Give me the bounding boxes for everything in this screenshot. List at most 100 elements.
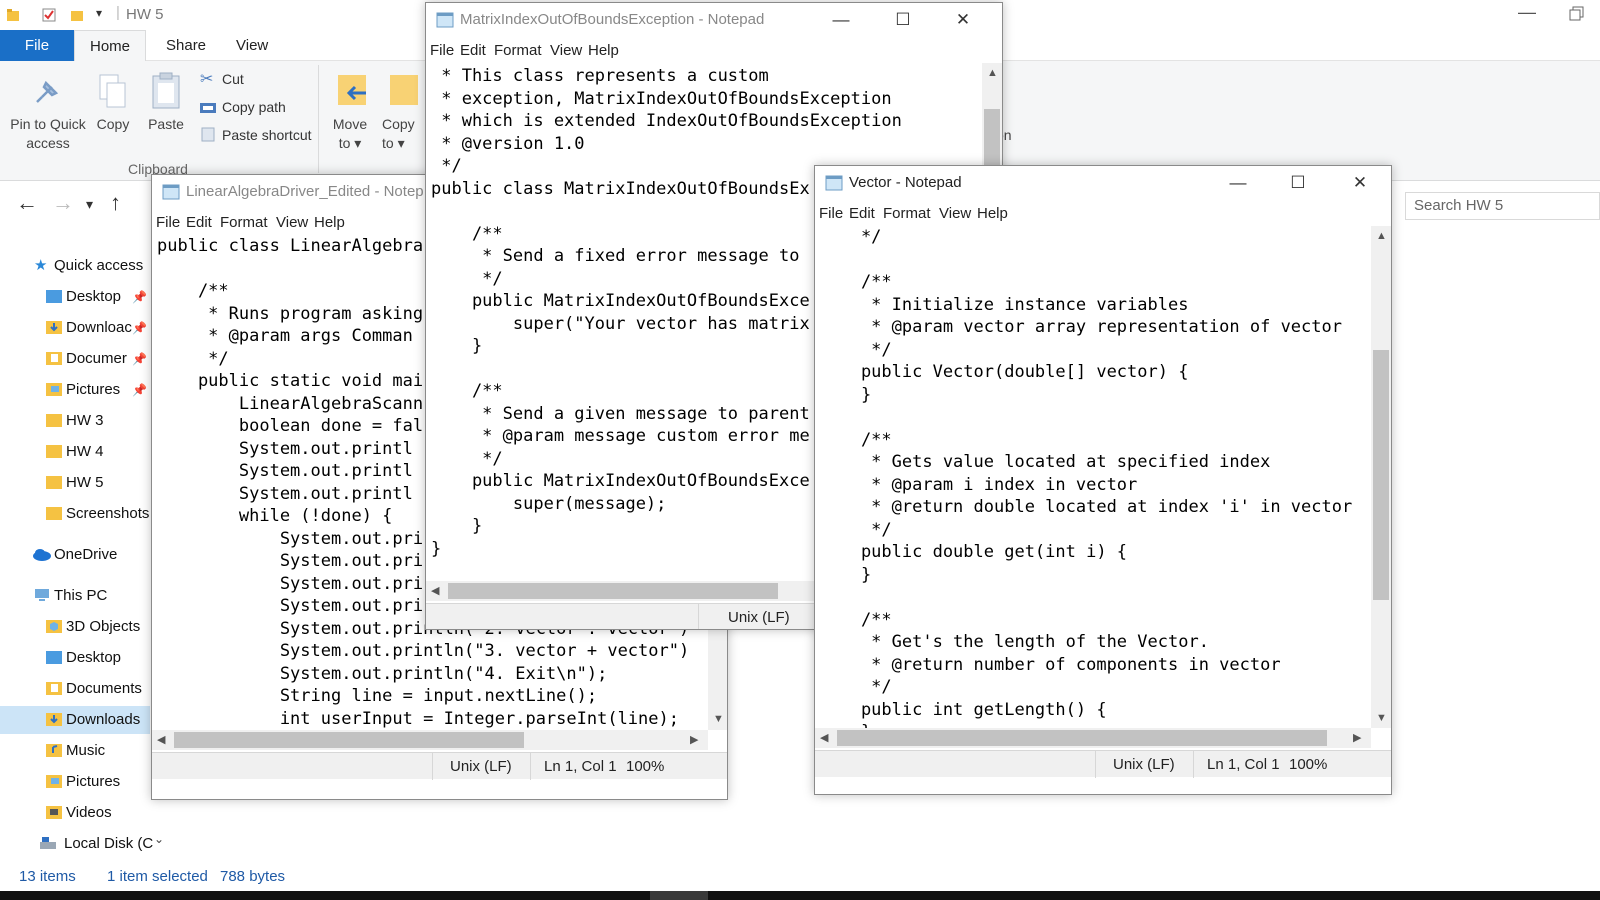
- new-folder-icon[interactable]: [70, 8, 84, 22]
- horizontal-scrollbar[interactable]: ◀ ▶: [152, 730, 708, 750]
- nav-quick-access-label: Quick access: [54, 257, 144, 274]
- nav-pc-downloads[interactable]: Downloads: [0, 706, 150, 734]
- horizontal-scroll-thumb[interactable]: [174, 732, 524, 748]
- up-arrow-icon[interactable]: ↑: [110, 190, 121, 216]
- copy-path-button[interactable]: Copy path: [222, 99, 286, 115]
- nav-pictures-quick[interactable]: Pictures 📌: [46, 376, 150, 404]
- scroll-up-arrow-icon[interactable]: ▲: [987, 67, 998, 79]
- nav-documents-quick[interactable]: Documer 📌: [46, 345, 150, 373]
- close-button[interactable]: ✕: [948, 7, 978, 33]
- code-line: * which is extended IndexOutOfBoundsExce…: [431, 111, 902, 131]
- taskbar-active-item[interactable]: [650, 891, 708, 900]
- menu-help[interactable]: Help: [314, 214, 345, 231]
- scroll-right-arrow-icon[interactable]: ▶: [690, 733, 698, 746]
- folder-icon: [46, 414, 62, 427]
- minimize-button[interactable]: —: [826, 7, 856, 33]
- horizontal-scroll-thumb[interactable]: [448, 583, 778, 599]
- vertical-scrollbar[interactable]: ▲ ▼: [1371, 226, 1391, 728]
- menu-view[interactable]: View: [939, 205, 971, 222]
- pin-to-quick-access-button[interactable]: Pin to Quick access: [6, 115, 90, 153]
- customize-quick-access-icon[interactable]: ▾: [96, 6, 102, 20]
- notepad-icon: [436, 12, 454, 28]
- menu-format[interactable]: Format: [494, 42, 542, 59]
- onedrive-cloud-icon: [33, 549, 51, 561]
- move-to-button[interactable]: Move to ▾: [328, 115, 372, 153]
- scroll-left-arrow-icon[interactable]: ◀: [820, 731, 828, 744]
- scissors-icon: ✂: [200, 71, 214, 88]
- menu-edit[interactable]: Edit: [849, 205, 875, 222]
- copy-icon[interactable]: [98, 73, 128, 111]
- recent-locations-icon[interactable]: ▾: [86, 196, 93, 213]
- move-to-icon[interactable]: [336, 71, 370, 111]
- nav-videos-label: Videos: [66, 804, 112, 821]
- explorer-title: HW 5: [126, 6, 164, 23]
- properties-icon[interactable]: [42, 8, 56, 22]
- menu-edit[interactable]: Edit: [460, 42, 486, 59]
- code-line: */: [820, 677, 892, 697]
- paste-icon[interactable]: [150, 71, 182, 111]
- pin-icon: 📌: [132, 321, 147, 335]
- menu-edit[interactable]: Edit: [186, 214, 212, 231]
- scroll-right-arrow-icon[interactable]: ▶: [1353, 731, 1361, 744]
- copy-path-icon: [200, 103, 216, 113]
- forward-arrow-icon[interactable]: →: [52, 190, 74, 216]
- vertical-scroll-thumb[interactable]: [1373, 350, 1389, 600]
- title-separator: |: [116, 4, 120, 21]
- ribbon-separator: [318, 65, 319, 173]
- scroll-left-arrow-icon[interactable]: ◀: [431, 584, 439, 597]
- minimize-button[interactable]: —: [1512, 2, 1542, 26]
- code-line: String line = input.nextLine();: [157, 686, 598, 706]
- scroll-left-arrow-icon[interactable]: ◀: [157, 733, 165, 746]
- tab-view[interactable]: View: [220, 30, 284, 61]
- text-editor[interactable]: */ /** * Initialize instance variables *…: [815, 226, 1352, 744]
- menu-file[interactable]: File: [819, 205, 843, 222]
- menu-view[interactable]: View: [276, 214, 308, 231]
- search-input[interactable]: Search HW 5: [1405, 192, 1600, 220]
- back-arrow-icon[interactable]: ←: [16, 190, 38, 216]
- menu-file[interactable]: File: [430, 42, 454, 59]
- code-line: /**: [820, 272, 892, 292]
- status-separator: [1193, 751, 1194, 778]
- maximize-button[interactable]: ☐: [888, 7, 918, 33]
- code-line: * @version 1.0: [431, 133, 585, 154]
- notepad-titlebar: MatrixIndexOutOfBoundsException - Notepa…: [426, 3, 1002, 37]
- copy-to-button[interactable]: Copy to ▾: [382, 115, 422, 153]
- notepad-menubar: File Edit Format View Help: [815, 201, 1391, 225]
- cut-button[interactable]: Cut: [222, 71, 244, 87]
- paste-shortcut-button[interactable]: Paste shortcut: [222, 127, 312, 143]
- downloads-folder-icon: [46, 321, 62, 334]
- music-folder-icon: [46, 744, 62, 757]
- code-line: * This class represents a custom: [431, 66, 769, 86]
- status-separator: [432, 753, 433, 780]
- nav-desktop-label: Desktop: [66, 288, 122, 305]
- copy-button[interactable]: Copy: [92, 115, 134, 134]
- horizontal-scroll-thumb[interactable]: [837, 730, 1327, 746]
- nav-desktop[interactable]: Desktop 📌: [46, 283, 150, 311]
- scroll-up-arrow-icon[interactable]: ▲: [1376, 230, 1387, 242]
- tab-home[interactable]: Home: [74, 30, 146, 61]
- horizontal-scrollbar[interactable]: ◀ ▶: [815, 728, 1371, 748]
- copy-to-icon[interactable]: [388, 71, 418, 111]
- nav-scroll-down-icon[interactable]: ⌄: [154, 832, 164, 846]
- scroll-down-arrow-icon[interactable]: ▼: [1376, 712, 1387, 724]
- pin-icon[interactable]: [32, 75, 64, 107]
- code-line: * exception, MatrixIndexOutOfBoundsExcep…: [431, 88, 892, 109]
- maximize-button[interactable]: ☐: [1283, 170, 1313, 196]
- nav-downloads-quick[interactable]: Downloac 📌: [46, 314, 150, 342]
- menu-help[interactable]: Help: [588, 42, 619, 59]
- close-button[interactable]: ✕: [1345, 170, 1375, 196]
- menu-file[interactable]: File: [156, 214, 180, 231]
- computer-icon: [35, 589, 49, 601]
- menu-format[interactable]: Format: [883, 205, 931, 222]
- scroll-down-arrow-icon[interactable]: ▼: [713, 713, 724, 725]
- minimize-button[interactable]: —: [1223, 170, 1253, 196]
- restore-icon[interactable]: [1568, 5, 1586, 23]
- nav-hw4-label: HW 4: [66, 443, 104, 460]
- menu-help[interactable]: Help: [977, 205, 1008, 222]
- paste-button[interactable]: Paste: [144, 115, 188, 134]
- menu-format[interactable]: Format: [220, 214, 268, 231]
- tab-file[interactable]: File: [0, 30, 74, 61]
- tab-share[interactable]: Share: [150, 30, 222, 61]
- menu-view[interactable]: View: [550, 42, 582, 59]
